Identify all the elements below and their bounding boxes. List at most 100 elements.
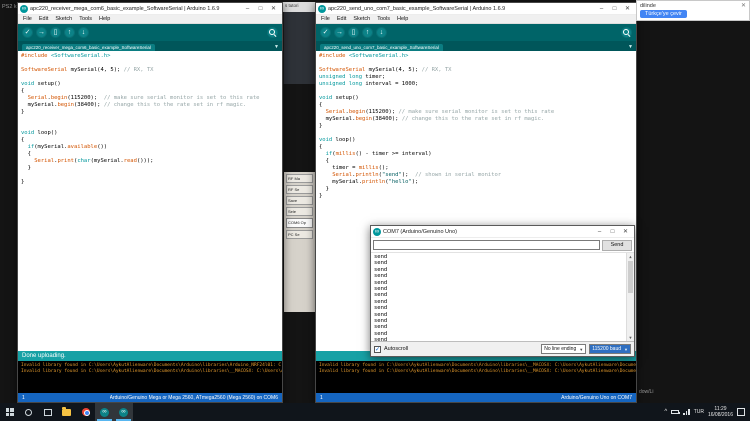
upload-button[interactable]: →	[334, 27, 345, 38]
board-info-bar: 1 Arduino/Genuino Uno on COM7	[316, 393, 636, 402]
clock[interactable]: 11:29 16/08/2016	[708, 406, 733, 418]
menu-file[interactable]: File	[23, 16, 32, 22]
status-bar: Done uploading.	[18, 351, 282, 361]
minimize-icon[interactable]: –	[593, 226, 606, 237]
scrollbar[interactable]: ▲ ▼	[626, 253, 634, 341]
code-line: {	[21, 151, 31, 157]
save-settings-button[interactable]: Save	[286, 196, 313, 205]
maximize-icon[interactable]: □	[606, 226, 619, 237]
file-explorer-button[interactable]	[57, 403, 76, 421]
status-text: Done uploading.	[22, 353, 66, 359]
code-editor[interactable]: #include <SoftwareSerial.h> SoftwareSeri…	[18, 51, 282, 351]
minimize-icon[interactable]: –	[595, 3, 608, 14]
new-sketch-button[interactable]: ▯	[348, 27, 359, 38]
minimize-icon[interactable]: –	[241, 3, 254, 14]
verify-button[interactable]: ✓	[22, 27, 33, 38]
scrollbar-thumb[interactable]	[628, 261, 633, 293]
language-indicator[interactable]: TUR	[694, 409, 704, 415]
cursor-line-indicator: 1	[22, 394, 25, 401]
start-button[interactable]	[0, 403, 19, 421]
baud-rate-select[interactable]: 115200 baud ▼	[589, 344, 631, 354]
chrome-button[interactable]	[76, 403, 95, 421]
code-line: mySerial.println("hello");	[319, 179, 419, 185]
rf-magic-button[interactable]: RF Ma	[286, 174, 313, 183]
tab-sketch[interactable]: apc220_send_uno_com7_basic_example_Softw…	[320, 44, 443, 51]
search-button[interactable]	[19, 403, 38, 421]
translate-button[interactable]: Türkçe'ye çevir	[640, 10, 687, 18]
titlebar[interactable]: ∞ COM7 (Arduino/Genuino Uno) – □ ✕	[371, 226, 634, 238]
translate-bar: dilinde ✕ Türkçe'ye çevir	[636, 0, 750, 21]
titlebar[interactable]: ∞ apc220_receiver_mega_com6_basic_exampl…	[18, 3, 282, 15]
menu-sketch[interactable]: Sketch	[55, 16, 72, 22]
menu-help[interactable]: Help	[397, 16, 408, 22]
code-line: {	[319, 158, 329, 164]
close-icon[interactable]: ✕	[619, 226, 632, 237]
com6-port-box[interactable]: COM6 Op	[286, 218, 313, 228]
menu-help[interactable]: Help	[99, 16, 110, 22]
titlebar[interactable]: ∞ apc220_send_uno_com7_basic_example_Sof…	[316, 3, 636, 15]
tab-menu-icon[interactable]: ▼	[271, 44, 282, 51]
task-view-button[interactable]	[38, 403, 57, 421]
window-title: apc220_send_uno_com7_basic_example_Softw…	[328, 5, 506, 12]
taskbar-arduino-sender[interactable]: ∞	[114, 403, 133, 421]
code-line: }	[21, 179, 25, 185]
close-icon[interactable]: ✕	[621, 3, 634, 14]
code-line: Serial.begin(115200); // make sure seria…	[325, 109, 555, 115]
autoscroll-checkbox[interactable]: ✓	[374, 345, 381, 353]
window-controls: – □ ✕	[593, 226, 632, 237]
verify-button[interactable]: ✓	[320, 27, 331, 38]
rf-settings-button[interactable]: RF Se	[286, 185, 313, 194]
close-icon[interactable]: ✕	[267, 3, 280, 14]
menu-tools[interactable]: Tools	[377, 16, 390, 22]
scroll-down-icon[interactable]: ▼	[627, 334, 634, 341]
select-button[interactable]: Sele	[286, 207, 313, 216]
code-line: mySerial.begin(38400); // change this to…	[319, 116, 545, 122]
task-view-icon	[43, 408, 52, 416]
notification-center-icon[interactable]	[737, 408, 745, 416]
console-output[interactable]: Invalid library found in C:\Users\AykutA…	[316, 361, 636, 393]
open-sketch-button[interactable]: ↑	[362, 27, 373, 38]
line-ending-select[interactable]: No line ending ▼	[541, 344, 587, 354]
save-sketch-button[interactable]: ↓	[376, 27, 387, 38]
serial-monitor-footer: ✓ Autoscroll No line ending ▼ 115200 bau…	[371, 341, 634, 356]
battery-icon[interactable]	[671, 410, 681, 414]
maximize-icon[interactable]: □	[608, 3, 621, 14]
background-browser-title-fragment: s tutori	[283, 2, 315, 12]
menu-sketch[interactable]: Sketch	[353, 16, 370, 22]
close-icon[interactable]: ✕	[741, 2, 746, 9]
maximize-icon[interactable]: □	[254, 3, 267, 14]
line-ending-value: No line ending	[544, 346, 577, 352]
network-icon[interactable]	[683, 409, 690, 415]
open-sketch-button[interactable]: ↑	[64, 27, 75, 38]
code-line: void loop()	[319, 137, 356, 143]
save-sketch-button[interactable]: ↓	[78, 27, 89, 38]
tab-sketch[interactable]: apc220_receiver_mega_com6_basic_example_…	[22, 44, 155, 51]
chevron-down-icon: ▼	[624, 346, 628, 352]
menu-tools[interactable]: Tools	[79, 16, 92, 22]
upload-button[interactable]: →	[36, 27, 47, 38]
menu-edit[interactable]: Edit	[337, 16, 346, 22]
menu-edit[interactable]: Edit	[39, 16, 48, 22]
taskbar-arduino-receiver[interactable]: ∞	[95, 403, 114, 421]
console-output[interactable]: Invalid library found in C:\Users\AykutA…	[18, 361, 282, 393]
serial-monitor-button[interactable]	[621, 27, 632, 38]
serial-output[interactable]: send send send send send send send send send send…	[371, 252, 634, 341]
tab-menu-icon[interactable]: ▼	[625, 44, 636, 51]
code-line: {	[21, 137, 25, 143]
serial-monitor-button[interactable]	[267, 27, 278, 38]
code-line: SoftwareSerial mySerial(4, 5); // RX, TX	[21, 67, 154, 73]
serial-input[interactable]	[373, 240, 600, 250]
send-button[interactable]: Send	[602, 239, 632, 251]
arduino-icon: ∞	[100, 407, 109, 417]
console-line: Invalid library found in C:\Users\AykutA…	[21, 369, 282, 374]
pc-settings-button[interactable]: PC Se	[286, 230, 313, 239]
code-line: mySerial.begin(38400); // change this to…	[21, 102, 247, 108]
scroll-up-icon[interactable]: ▲	[627, 253, 634, 260]
console-line: Invalid library found in C:\Users\AykutA…	[319, 369, 636, 374]
board-port-label: Arduino/Genuino Mega or Mega 2560, ATmeg…	[109, 394, 278, 401]
menu-file[interactable]: File	[321, 16, 330, 22]
new-sketch-button[interactable]: ▯	[50, 27, 61, 38]
tray-chevron-up-icon[interactable]: ^	[664, 409, 667, 415]
